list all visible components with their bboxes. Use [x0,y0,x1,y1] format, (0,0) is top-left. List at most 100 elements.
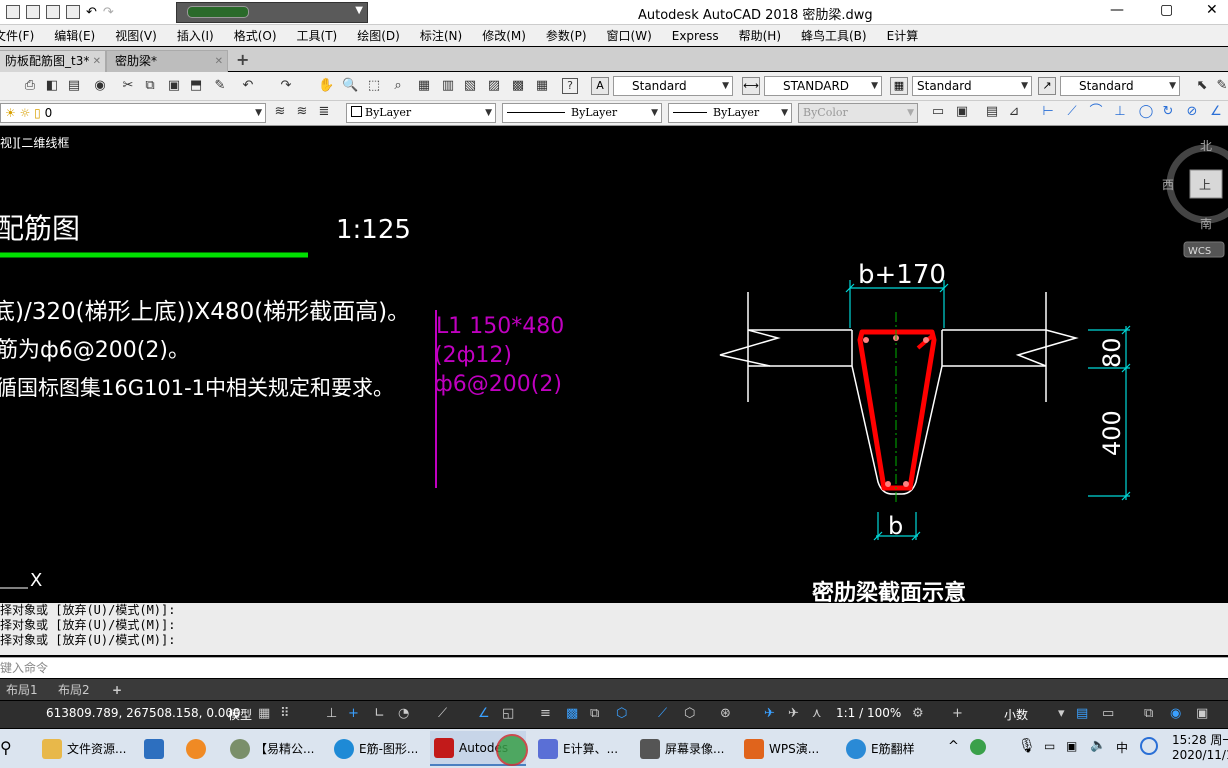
print-icon[interactable] [66,5,80,19]
diameter-dim-icon[interactable]: ⊘ [1184,104,1200,120]
tab-layout-1[interactable]: 布局1 [0,681,44,699]
taskbar-app-gear[interactable] [182,731,216,766]
menu-help[interactable]: 帮助(H) [729,27,791,44]
undo-icon[interactable]: ↶ [240,78,256,94]
units-value[interactable]: 小数 [1004,706,1028,723]
table-style-select[interactable]: Standard ▼ [912,76,1032,96]
clock-time[interactable]: 15:28 周一 [1172,731,1228,748]
tab-layout-2[interactable]: 布局2 [52,681,96,699]
measure-icon[interactable]: ⊿ [1006,104,1022,120]
hardware-acceleration-icon[interactable]: ◉ [1170,706,1181,721]
menu-parametric[interactable]: 参数(P) [536,27,597,44]
close-icon[interactable]: ✕ [215,51,223,72]
ortho-icon[interactable]: ∟ [374,706,385,721]
angular-dim-icon[interactable]: ∠ [1208,104,1224,120]
taskbar-ejin-fanyang[interactable]: E筋翻样 [842,731,936,766]
taskbar-autocad[interactable]: Autodes [430,731,528,766]
taskbar-screen-recorder[interactable]: 屏幕录像... [636,731,732,766]
selection-cycling-icon[interactable]: ⧉ [590,706,599,721]
color-select[interactable]: ByLayer ▼ [346,103,496,123]
redo-icon[interactable]: ↷ [103,5,114,20]
taskbar-calculator[interactable] [140,731,174,766]
zoom-window-icon[interactable]: ⬚ [366,78,382,94]
open-icon[interactable] [6,5,20,19]
publish-icon[interactable]: ▤ [66,78,82,94]
close-button[interactable]: ✕ [1206,2,1218,18]
brush-icon[interactable]: ✎ [1214,78,1228,94]
dim-style-icon[interactable]: ⟷ [742,77,760,95]
ordinate-dim-icon[interactable]: ⊥ [1112,104,1128,120]
battery-icon[interactable]: ▭ [1044,739,1055,753]
pan-icon[interactable]: ✋ [318,78,334,94]
print-icon[interactable]: ⎙ [22,78,38,94]
undo-icon[interactable]: ↶ [86,5,97,20]
brush-icon[interactable]: ✎ [212,78,228,94]
menu-file[interactable]: 文件(F) [0,27,44,44]
taskbar-ejin-graphics[interactable]: E筋-图形... [330,731,424,766]
block-icon[interactable]: ▣ [954,104,970,120]
design-center-icon[interactable]: ▥ [440,78,456,94]
table-style-icon[interactable]: ▦ [890,77,908,95]
drawing-canvas[interactable]: 视][二维线框 配筋图 1:125 底)/320(梯形上底))X480(梯形截面… [0,126,1228,602]
dynamic-input-icon[interactable]: + [348,706,359,721]
auto-scale-icon[interactable]: ✈ [788,706,799,721]
transparency-icon[interactable]: ▩ [566,706,578,721]
menu-dimension[interactable]: 标注(N) [410,27,472,44]
tool-palette-icon[interactable]: ▧ [462,78,478,94]
clock-date[interactable]: 2020/11/1 [1172,748,1228,762]
zoom-previous-icon[interactable]: ⌕ [390,78,406,94]
menu-fengniao-tools[interactable]: 蜂鸟工具(B) [791,27,877,44]
tray-app-icon[interactable] [970,739,986,755]
microphone-icon[interactable]: 🎙 [1018,738,1036,754]
taskbar-wps-presentation[interactable]: WPS演... [740,731,834,766]
input-method-icon[interactable]: 中 [1116,739,1128,756]
object-snap-tracking-icon[interactable]: ∠ [478,706,490,721]
preview-icon[interactable]: ◧ [44,78,60,94]
calculator-icon[interactable]: ▦ [534,78,550,94]
taskbar-yijing[interactable]: 【易精公... [226,731,322,766]
dim-style-select[interactable]: STANDARD ▼ [764,76,882,96]
text-style-icon[interactable]: A [591,77,609,95]
new-tab-icon[interactable]: + [236,50,249,69]
dynamic-ucs-icon[interactable]: ⟋ [658,706,667,721]
workspace-selector[interactable]: ▼ [176,2,368,23]
annotation-visibility-icon[interactable]: ✈ [764,706,775,721]
gear-icon[interactable]: ⚙ [912,706,924,721]
save-icon[interactable] [26,5,40,19]
menu-edit[interactable]: 编辑(E) [44,27,105,44]
lock-ui-icon[interactable]: ▭ [1102,706,1114,721]
search-app-icon[interactable] [1140,737,1158,755]
isolate-objects-icon[interactable]: ⧉ [1144,706,1153,721]
hatch-icon[interactable]: ▭ [930,104,946,120]
menu-insert[interactable]: 插入(I) [167,27,224,44]
isodraft-icon[interactable]: ⟋ [438,706,447,721]
menu-express[interactable]: Express [662,29,729,43]
zoom-realtime-icon[interactable]: 🔍 [342,78,358,94]
lineweight-select[interactable]: ByLayer ▼ [668,103,792,123]
tab-document-2[interactable]: 密肋梁* ✕ [106,50,228,72]
menu-modify[interactable]: 修改(M) [472,27,536,44]
copy-icon[interactable]: ⧉ [142,78,158,94]
clean-screen-icon[interactable]: ▣ [1196,706,1208,721]
sheet-set-icon[interactable]: ▨ [486,78,502,94]
paste-icon[interactable]: ▣ [166,78,182,94]
table-icon[interactable]: ▤ [984,104,1000,120]
taskbar-ecalc[interactable]: E计算、... [534,731,628,766]
aligned-dim-icon[interactable]: ⟋ [1064,104,1080,120]
annotation-scale-icon[interactable]: ⋏ [812,706,822,721]
mleader-style-icon[interactable]: ↗ [1038,77,1056,95]
jogged-dim-icon[interactable]: ↻ [1160,104,1176,120]
layer-previous-icon[interactable]: ≋ [294,104,310,120]
menu-tools[interactable]: 工具(T) [287,27,348,44]
layer-select[interactable]: ☀ ☼ ▯ 0 ▼ [0,103,266,123]
globe-icon[interactable]: ◉ [92,78,108,94]
linear-dim-icon[interactable]: ⊢ [1040,104,1056,120]
maximize-button[interactable]: ▢ [1160,2,1173,18]
layer-states-icon[interactable]: ≣ [316,104,332,120]
minimize-button[interactable]: — [1110,2,1124,18]
text-style-select[interactable]: Standard ▼ [613,76,733,96]
menu-draw[interactable]: 绘图(D) [347,27,410,44]
gizmo-icon[interactable]: ⊛ [720,706,731,721]
cut-icon[interactable]: ✂ [120,78,136,94]
chevron-up-icon[interactable]: ^ [948,739,959,754]
